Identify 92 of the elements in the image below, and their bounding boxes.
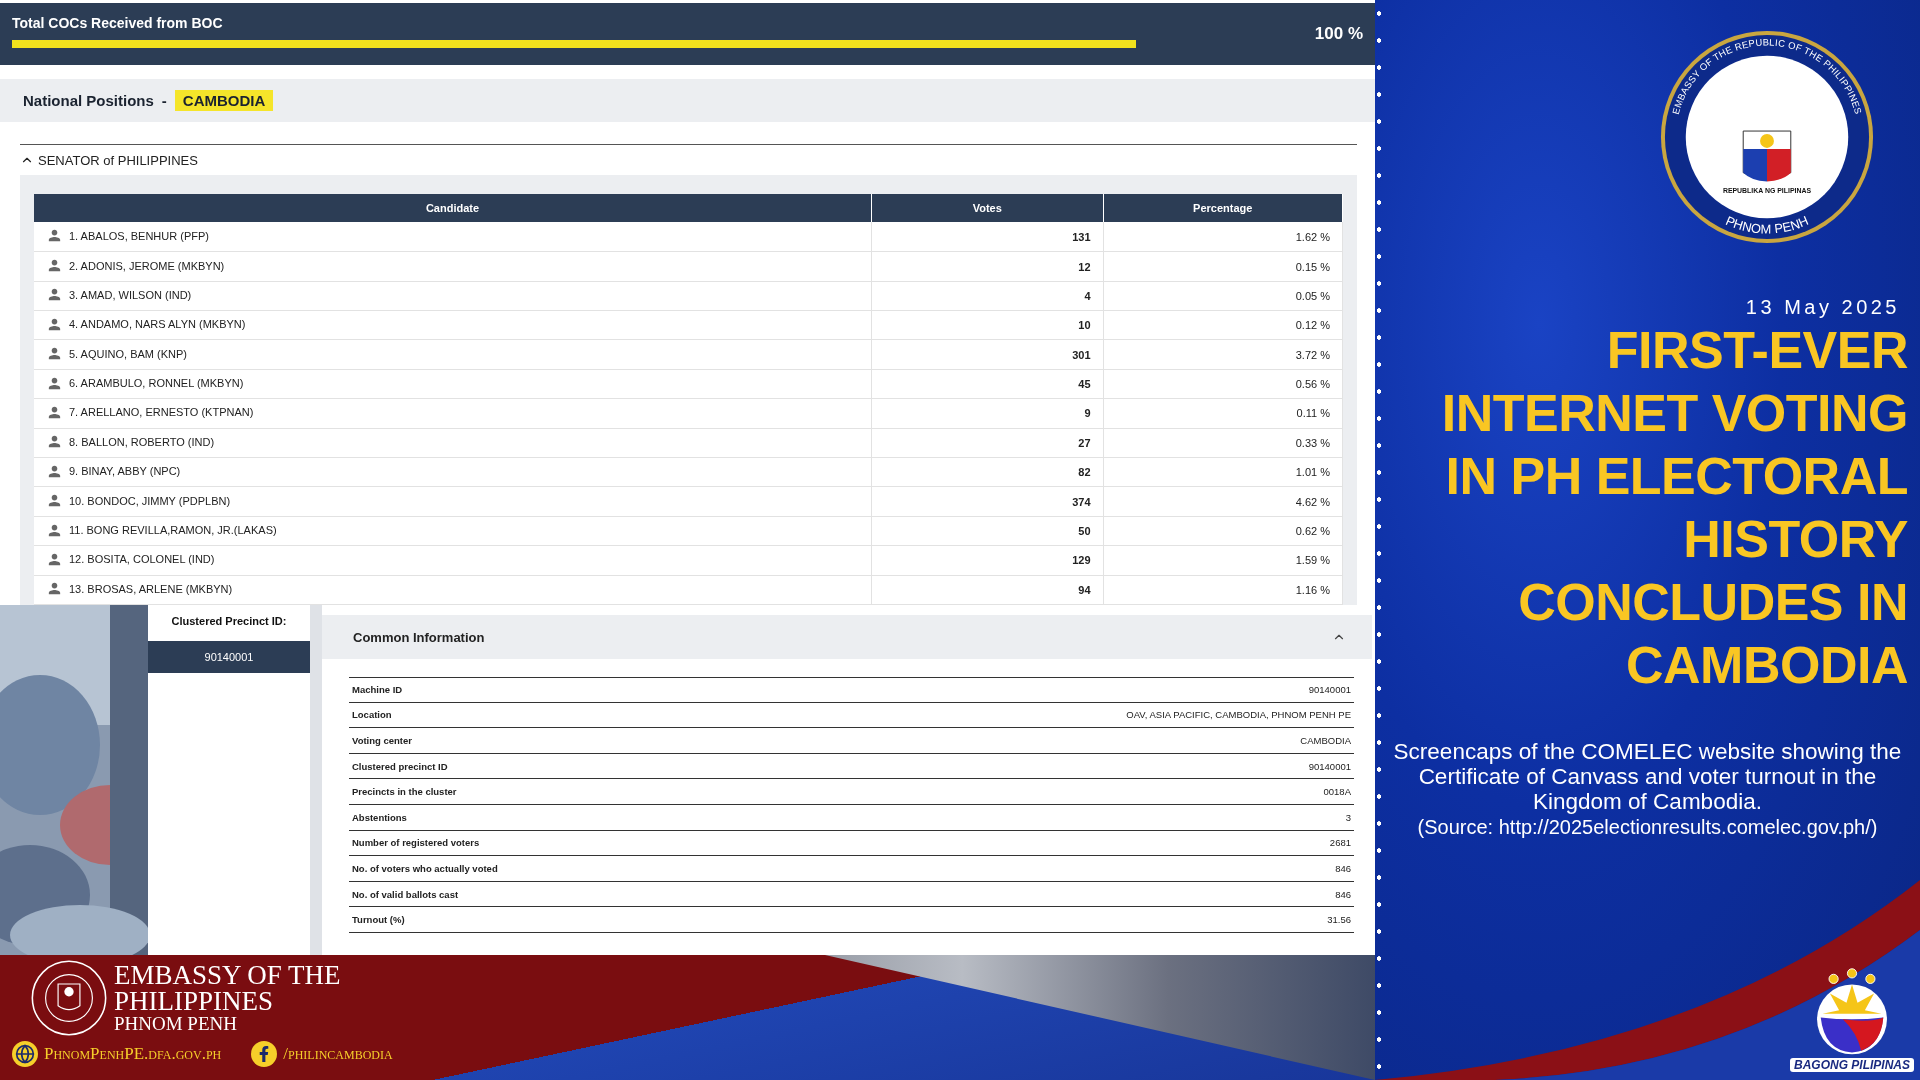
percentage-cell: 1.01 % <box>1103 457 1343 487</box>
candidate-name: 3. AMAD, WILSON (IND) <box>69 288 192 301</box>
votes-cell: 131 <box>871 222 1104 252</box>
percentage-cell: 0.15 % <box>1103 251 1343 282</box>
candidate-name: 4. ANDAMO, NARS ALYN (MKBYN) <box>69 318 246 331</box>
info-value: CAMBODIA <box>1300 735 1351 746</box>
percentage-cell: 1.16 % <box>1103 575 1343 605</box>
positions-title: National Positions <box>23 92 154 110</box>
caption-text: Screencaps of the COMELEC website showing the Certificate of Canvass and voter turnout in the Kingdom of Cambodia. <box>1392 739 1903 814</box>
candidate-name: 11. BONG REVILLA,RAMON, JR.(LAKAS) <box>69 524 277 536</box>
percentage-cell: 0.05 % <box>1103 281 1343 311</box>
progress-title: Total COCs Received from BOC <box>12 15 224 32</box>
website-link[interactable]: PhnomPenhPE.dfa.gov.ph <box>12 1041 222 1067</box>
votes-cell: 82 <box>871 457 1104 487</box>
info-value: 2681 <box>1329 837 1351 849</box>
percentage-cell: 1.59 % <box>1103 545 1343 576</box>
candidate-name: 2. ADONIS, JEROME (MKBYN) <box>69 259 225 272</box>
contest-toggle[interactable]: SENATOR of PHILIPPINES <box>20 152 198 168</box>
seal-icon <box>30 959 108 1037</box>
percentage-cell: 3.72 % <box>1103 340 1343 370</box>
candidate-name: 1. ABALOS, BENHUR (PFP) <box>69 229 209 242</box>
info-value: 846 <box>1335 888 1351 900</box>
candidate-name: 13. BROSAS, ARLENE (MKBYN) <box>69 582 233 595</box>
country-tag: CAMBODIA <box>174 90 274 112</box>
headline-line: INTERNET VOTING <box>1441 383 1908 444</box>
info-value: 0018A <box>1323 786 1351 798</box>
candidate-name: 9. BINAY, ABBY (NPC) <box>69 465 181 478</box>
votes-cell: 10 <box>871 310 1104 340</box>
separator-text: - <box>161 92 167 110</box>
info-label: Turnout (%) <box>352 914 405 926</box>
info-label: No. of voters who actually voted <box>352 862 498 874</box>
votes-cell: 9 <box>871 398 1104 429</box>
percentage-cell: 0.12 % <box>1103 310 1343 340</box>
info-label: Location <box>352 709 392 721</box>
info-value: 90140001 <box>1308 760 1351 772</box>
percentage-cell: 1.62 % <box>1103 222 1343 252</box>
precinct-item[interactable]: 90140001 <box>148 641 310 673</box>
info-label: Voting center <box>352 735 412 746</box>
candidate-name: 10. BONDOC, JIMMY (PDPLBN) <box>69 494 231 507</box>
votes-cell: 94 <box>871 575 1104 605</box>
headline-line: CONCLUDES IN <box>1518 572 1908 633</box>
votes-cell: 45 <box>871 369 1104 399</box>
progress-percent: 100 % <box>1314 23 1363 44</box>
info-value: 3 <box>1345 811 1351 823</box>
info-label: Clustered precinct ID <box>352 760 448 772</box>
candidate-name: 12. BOSITA, COLONEL (IND) <box>69 553 215 566</box>
headline-line: IN PH ELECTORAL <box>1445 446 1908 507</box>
column-header: Candidate <box>34 194 872 223</box>
votes-cell: 129 <box>871 545 1104 576</box>
info-value: OAV, ASIA PACIFIC, CAMBODIA, PHNOM PENH PE <box>1126 709 1351 721</box>
percentage-cell: 0.11 % <box>1103 398 1343 429</box>
org-name-line: EMBASSY OF THE <box>114 962 341 988</box>
headline-line: CAMBODIA <box>1626 635 1908 696</box>
candidate-name: 6. ARAMBULO, RONNEL (MKBYN) <box>69 377 244 390</box>
percentage-cell: 0.33 % <box>1103 428 1343 458</box>
seal-location-text: PHNOM PENH <box>1723 212 1811 237</box>
info-label: Machine ID <box>352 684 403 696</box>
votes-cell: 50 <box>871 516 1104 546</box>
votes-cell: 374 <box>871 486 1104 517</box>
shield-emblem <box>1742 130 1792 182</box>
candidate-name: 7. ARELLANO, ERNESTO (KTPNAN) <box>69 406 254 419</box>
column-header: Votes <box>871 194 1104 223</box>
percentage-cell: 4.62 % <box>1103 486 1343 517</box>
logo-caption: BAGONG PILIPINAS <box>1790 1058 1914 1072</box>
person-icon <box>46 257 63 274</box>
org-name-line: PHNOM PENH <box>114 1014 238 1034</box>
info-label: Abstentions <box>352 811 407 823</box>
votes-cell: 27 <box>871 428 1104 458</box>
info-label: Precincts in the cluster <box>352 786 457 798</box>
sidebar-label: Clustered Precinct ID: <box>170 614 288 629</box>
candidate-name: 5. AQUINO, BAM (KNP) <box>69 347 187 360</box>
headline-line: HISTORY <box>1683 509 1908 570</box>
date-text: 13 May 2025 <box>1745 296 1900 319</box>
percentage-cell: 0.56 % <box>1103 369 1343 399</box>
info-label: No. of valid ballots cast <box>352 888 459 900</box>
percentage-cell: 0.62 % <box>1103 516 1343 546</box>
org-name-line: PHILIPPINES <box>114 988 275 1014</box>
globe-icon <box>12 1041 38 1067</box>
info-label: Number of registered voters <box>352 837 480 849</box>
panel-title: Common Information <box>353 629 485 645</box>
info-value: 90140001 <box>1308 684 1351 696</box>
votes-cell: 4 <box>871 281 1104 311</box>
candidate-name: 8. BALLON, ROBERTO (IND) <box>69 435 215 448</box>
facebook-link[interactable]: /philincambodia <box>251 1041 393 1067</box>
info-value: 31.56 <box>1327 914 1351 926</box>
facebook-icon <box>251 1041 278 1067</box>
votes-cell: 301 <box>871 340 1104 370</box>
votes-cell: 12 <box>871 251 1104 282</box>
source-text: (Source: http://2025electionresults.comelec.gov.ph/) <box>1417 815 1878 840</box>
column-header: Percentage <box>1103 194 1343 223</box>
headline-line: FIRST-EVER <box>1606 320 1908 381</box>
info-value: 846 <box>1335 862 1351 874</box>
